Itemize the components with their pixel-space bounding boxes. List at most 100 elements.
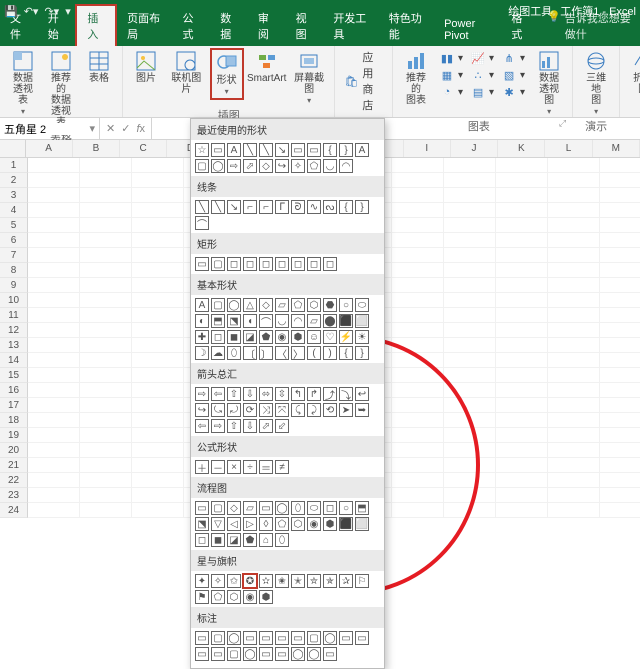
shape-option[interactable]: ◯ — [323, 631, 337, 645]
row-header[interactable]: 11 — [0, 308, 28, 323]
row-header[interactable]: 9 — [0, 278, 28, 293]
cell[interactable] — [600, 278, 640, 292]
row-header[interactable]: 4 — [0, 203, 28, 218]
shape-option[interactable]: ⬜ — [355, 314, 369, 328]
cell[interactable] — [80, 173, 132, 187]
cell[interactable] — [496, 488, 548, 502]
shape-option[interactable]: ⇦ — [211, 387, 225, 401]
shape-option[interactable]: ◇ — [259, 298, 273, 312]
cell[interactable] — [600, 293, 640, 307]
cell[interactable] — [600, 353, 640, 367]
cell[interactable] — [444, 173, 496, 187]
cell[interactable] — [548, 203, 600, 217]
cell[interactable] — [444, 353, 496, 367]
cell[interactable] — [548, 398, 600, 412]
cell[interactable] — [28, 248, 80, 262]
shape-option[interactable]: ▢ — [211, 501, 225, 515]
shape-option[interactable]: ➤ — [339, 403, 353, 417]
shape-option[interactable]: ᘐ — [291, 200, 305, 214]
cell[interactable] — [548, 473, 600, 487]
shape-option[interactable]: ◇ — [227, 501, 241, 515]
shape-option[interactable]: ▭ — [291, 143, 305, 157]
row-header[interactable]: 15 — [0, 368, 28, 383]
tab-review[interactable]: 审阅 — [248, 6, 286, 46]
cell[interactable] — [496, 188, 548, 202]
shape-option[interactable]: ▢ — [227, 647, 241, 661]
shape-option[interactable]: ⚐ — [355, 574, 369, 588]
picture-button[interactable]: 图片 — [129, 48, 163, 86]
cell[interactable] — [600, 203, 640, 217]
shape-option[interactable]: ▭ — [195, 257, 209, 271]
cell[interactable] — [80, 368, 132, 382]
cell[interactable] — [444, 308, 496, 322]
cell[interactable] — [80, 308, 132, 322]
shape-option[interactable]: ○ — [339, 501, 353, 515]
cell[interactable] — [28, 353, 80, 367]
shape-option[interactable]: ⇨ — [211, 419, 225, 433]
shape-option[interactable]: ＋ — [195, 460, 209, 474]
cell[interactable] — [28, 218, 80, 232]
cell[interactable] — [28, 263, 80, 277]
shape-option[interactable]: ⇩ — [243, 387, 257, 401]
shape-option[interactable]: ⌒ — [259, 314, 273, 328]
cell[interactable] — [132, 428, 184, 442]
cell[interactable] — [392, 173, 444, 187]
cell[interactable] — [600, 488, 640, 502]
cell[interactable] — [548, 293, 600, 307]
chart-type-scatter-button[interactable]: ∴▾ — [468, 67, 497, 83]
shape-option[interactable]: ✯ — [323, 574, 337, 588]
row-header[interactable]: 20 — [0, 443, 28, 458]
cell[interactable] — [392, 203, 444, 217]
cell[interactable] — [132, 158, 184, 172]
shape-option[interactable]: ✦ — [195, 574, 209, 588]
cell[interactable] — [132, 188, 184, 202]
shape-option[interactable]: ▷ — [243, 517, 257, 531]
row-header[interactable]: 10 — [0, 293, 28, 308]
cell[interactable] — [28, 233, 80, 247]
shape-option[interactable]: ◐ — [195, 314, 209, 328]
cell[interactable] — [548, 383, 600, 397]
shape-option[interactable]: ➥ — [355, 403, 369, 417]
cell[interactable] — [444, 323, 496, 337]
shape-option[interactable]: ◻ — [323, 501, 337, 515]
select-all-button[interactable] — [0, 140, 26, 157]
cell[interactable] — [496, 473, 548, 487]
cell[interactable] — [600, 188, 640, 202]
cell[interactable] — [548, 188, 600, 202]
shape-option[interactable]: ✧ — [291, 159, 305, 173]
tab-view[interactable]: 视图 — [286, 6, 324, 46]
shape-option[interactable]: ◪ — [227, 533, 241, 547]
shape-option[interactable]: ÷ — [243, 460, 257, 474]
shape-option[interactable]: ⤾ — [227, 403, 241, 417]
shape-option[interactable]: ⬡ — [291, 517, 305, 531]
chart-type-surface-button[interactable]: ▧▾ — [499, 67, 528, 83]
shape-option[interactable]: ⇳ — [275, 387, 289, 401]
shape-option[interactable]: ▭ — [211, 143, 225, 157]
row-header[interactable]: 8 — [0, 263, 28, 278]
cell[interactable] — [132, 458, 184, 472]
cell[interactable] — [548, 263, 600, 277]
chart-type-column-button[interactable]: ▮▮▾ — [437, 50, 466, 66]
shape-option[interactable]: ✧ — [211, 574, 225, 588]
sparkline-line-button[interactable]: 折线图 — [626, 48, 640, 97]
cell[interactable] — [600, 218, 640, 232]
cell[interactable] — [28, 203, 80, 217]
shape-option[interactable]: ◯ — [227, 298, 241, 312]
cell[interactable] — [548, 248, 600, 262]
cell[interactable] — [28, 173, 80, 187]
shape-option-5point-star[interactable]: ✪ — [243, 574, 257, 588]
shape-option[interactable]: A — [195, 298, 209, 312]
shape-option[interactable]: ◻ — [275, 257, 289, 271]
cell[interactable] — [28, 503, 80, 517]
shape-option[interactable]: ▭ — [275, 647, 289, 661]
cell[interactable] — [548, 233, 600, 247]
cell[interactable] — [132, 368, 184, 382]
shape-option[interactable]: ↪ — [195, 403, 209, 417]
shape-option[interactable]: ◻ — [227, 257, 241, 271]
shape-option[interactable]: ▢ — [211, 298, 225, 312]
cell[interactable] — [28, 383, 80, 397]
shape-option[interactable]: ↘ — [227, 200, 241, 214]
shape-option[interactable]: ▭ — [195, 501, 209, 515]
column-header[interactable]: C — [120, 140, 167, 157]
cell[interactable] — [600, 233, 640, 247]
